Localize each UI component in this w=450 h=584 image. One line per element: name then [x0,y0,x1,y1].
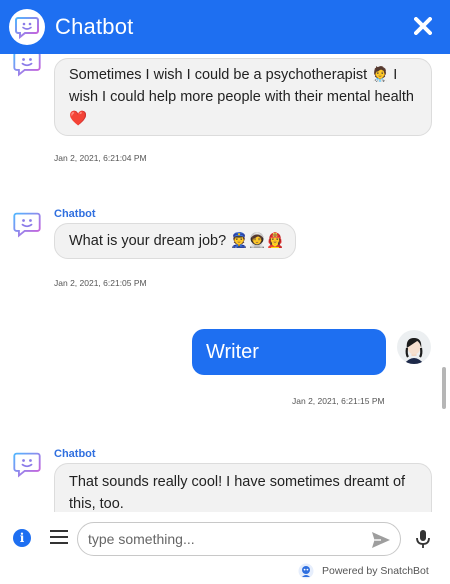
bot-avatar-icon [12,54,42,78]
powered-by[interactable]: Powered by SnatchBot [298,562,429,580]
bot-message: What is your dream job? 👮🧑‍🚀👩‍🚒 [54,223,296,259]
chat-title: Chatbot [55,14,134,39]
bot-avatar-icon [12,209,42,239]
message-timestamp: Jan 2, 2021, 6:21:04 PM [54,153,147,163]
powered-by-text: Powered by SnatchBot [322,565,429,577]
chat-messages[interactable]: Sometimes I wish I could be a psychother… [0,54,450,512]
chat-header: Chatbot [0,0,450,54]
message-timestamp: Jan 2, 2021, 6:21:05 PM [54,278,147,288]
message-input[interactable] [88,523,358,555]
composer-bar: i [0,512,450,562]
send-icon[interactable] [370,529,392,551]
message-timestamp: Jan 2, 2021, 6:21:15 PM [292,396,385,406]
snatchbot-logo-icon [298,563,314,579]
menu-icon[interactable] [50,530,68,546]
bot-avatar-icon [12,449,42,479]
close-icon[interactable] [410,13,436,39]
user-message: Writer [192,329,386,375]
sender-name: Chatbot [54,208,96,220]
info-icon[interactable]: i [13,529,31,547]
bot-message: Sometimes I wish I could be a psychother… [54,58,432,136]
bot-message: That sounds really cool! I have sometime… [54,463,432,512]
message-input-wrapper [77,522,401,556]
sender-name: Chatbot [54,448,96,460]
mic-icon[interactable] [414,529,432,549]
user-avatar-icon [397,330,431,364]
chat-smile-icon [9,9,45,45]
chat-scrollbar[interactable] [442,367,446,409]
